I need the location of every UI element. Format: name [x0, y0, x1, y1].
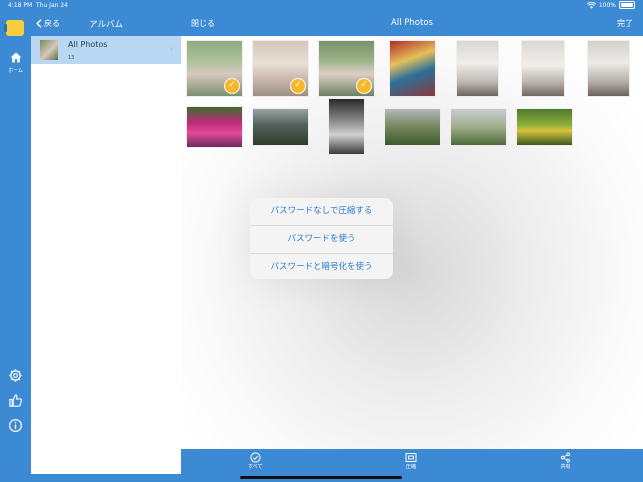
- home-icon: [10, 52, 21, 63]
- photo-thumbnail[interactable]: ✓: [252, 40, 309, 97]
- thumbs-up-icon[interactable]: [8, 393, 23, 408]
- photo-thumbnail[interactable]: [389, 40, 436, 97]
- photo-thumbnail[interactable]: [516, 108, 573, 146]
- photo-thumbnail[interactable]: ✓: [318, 40, 375, 97]
- checkmark-icon: ✓: [290, 78, 306, 94]
- home-label: ホーム: [8, 68, 23, 74]
- photo-thumbnail[interactable]: [521, 40, 565, 97]
- album-name: All Photos: [68, 40, 108, 49]
- album-row-all-photos[interactable]: All Photos 13 ›: [31, 36, 181, 64]
- status-time: 4:18 PM: [8, 2, 33, 9]
- use-password[interactable]: パスワードを使う: [250, 226, 393, 254]
- battery-percent: 100%: [598, 1, 616, 9]
- checkmark-icon: ✓: [356, 78, 372, 94]
- share-icon: [560, 452, 571, 463]
- settings-icon[interactable]: [8, 368, 23, 383]
- status-date: Thu Jan 24: [36, 2, 68, 9]
- checkmark-icon: ✓: [224, 78, 240, 94]
- photo-thumbnail[interactable]: [587, 40, 630, 97]
- photo-thumbnail[interactable]: [456, 40, 499, 97]
- home-nav[interactable]: ホーム: [2, 48, 29, 74]
- share-label: 共有: [560, 464, 571, 470]
- album-thumbnail: [40, 40, 58, 60]
- compress-without-password[interactable]: パスワードなしで圧縮する: [250, 198, 393, 226]
- battery-icon: [619, 1, 635, 9]
- photo-thumbnail[interactable]: [186, 106, 243, 148]
- home-indicator: [240, 476, 402, 479]
- check-circle-icon: [250, 452, 261, 463]
- select-all-button[interactable]: すべて: [248, 452, 262, 470]
- compress-label: 圧縮: [405, 464, 416, 470]
- status-bar: 4:18 PM Thu Jan 24 100%: [0, 0, 643, 12]
- archive-icon: [405, 453, 417, 462]
- app-logo: [4, 20, 24, 36]
- album-count: 13: [68, 55, 75, 61]
- done-button[interactable]: 完了: [617, 18, 633, 29]
- album-list: All Photos 13 ›: [31, 36, 181, 472]
- page-title: All Photos: [391, 18, 433, 28]
- wifi-icon: [586, 1, 596, 8]
- info-icon[interactable]: [8, 418, 23, 433]
- left-rail: ホーム: [0, 12, 31, 482]
- compress-button[interactable]: 圧縮: [405, 452, 417, 470]
- main-header: 閉じる All Photos 完了: [181, 12, 643, 36]
- photo-thumbnail[interactable]: [450, 108, 507, 146]
- share-button[interactable]: 共有: [560, 452, 571, 470]
- compress-options-menu: パスワードなしで圧縮する パスワードを使う パスワードと暗号化を使う: [250, 198, 393, 279]
- select-all-label: すべて: [248, 464, 263, 470]
- photo-thumbnail[interactable]: [384, 108, 441, 146]
- photo-thumbnail[interactable]: [328, 98, 365, 155]
- status-right: 100%: [586, 1, 635, 9]
- sidebar-title: アルバム: [89, 20, 123, 30]
- use-password-and-encryption[interactable]: パスワードと暗号化を使う: [250, 254, 393, 279]
- chevron-right-icon: ›: [170, 45, 173, 53]
- photo-thumbnail[interactable]: [252, 108, 309, 146]
- photo-thumbnail[interactable]: ✓: [186, 40, 243, 97]
- bottom-toolbar: すべて 圧縮 共有: [181, 449, 643, 474]
- sidebar-header: 戻る アルバム: [31, 12, 181, 36]
